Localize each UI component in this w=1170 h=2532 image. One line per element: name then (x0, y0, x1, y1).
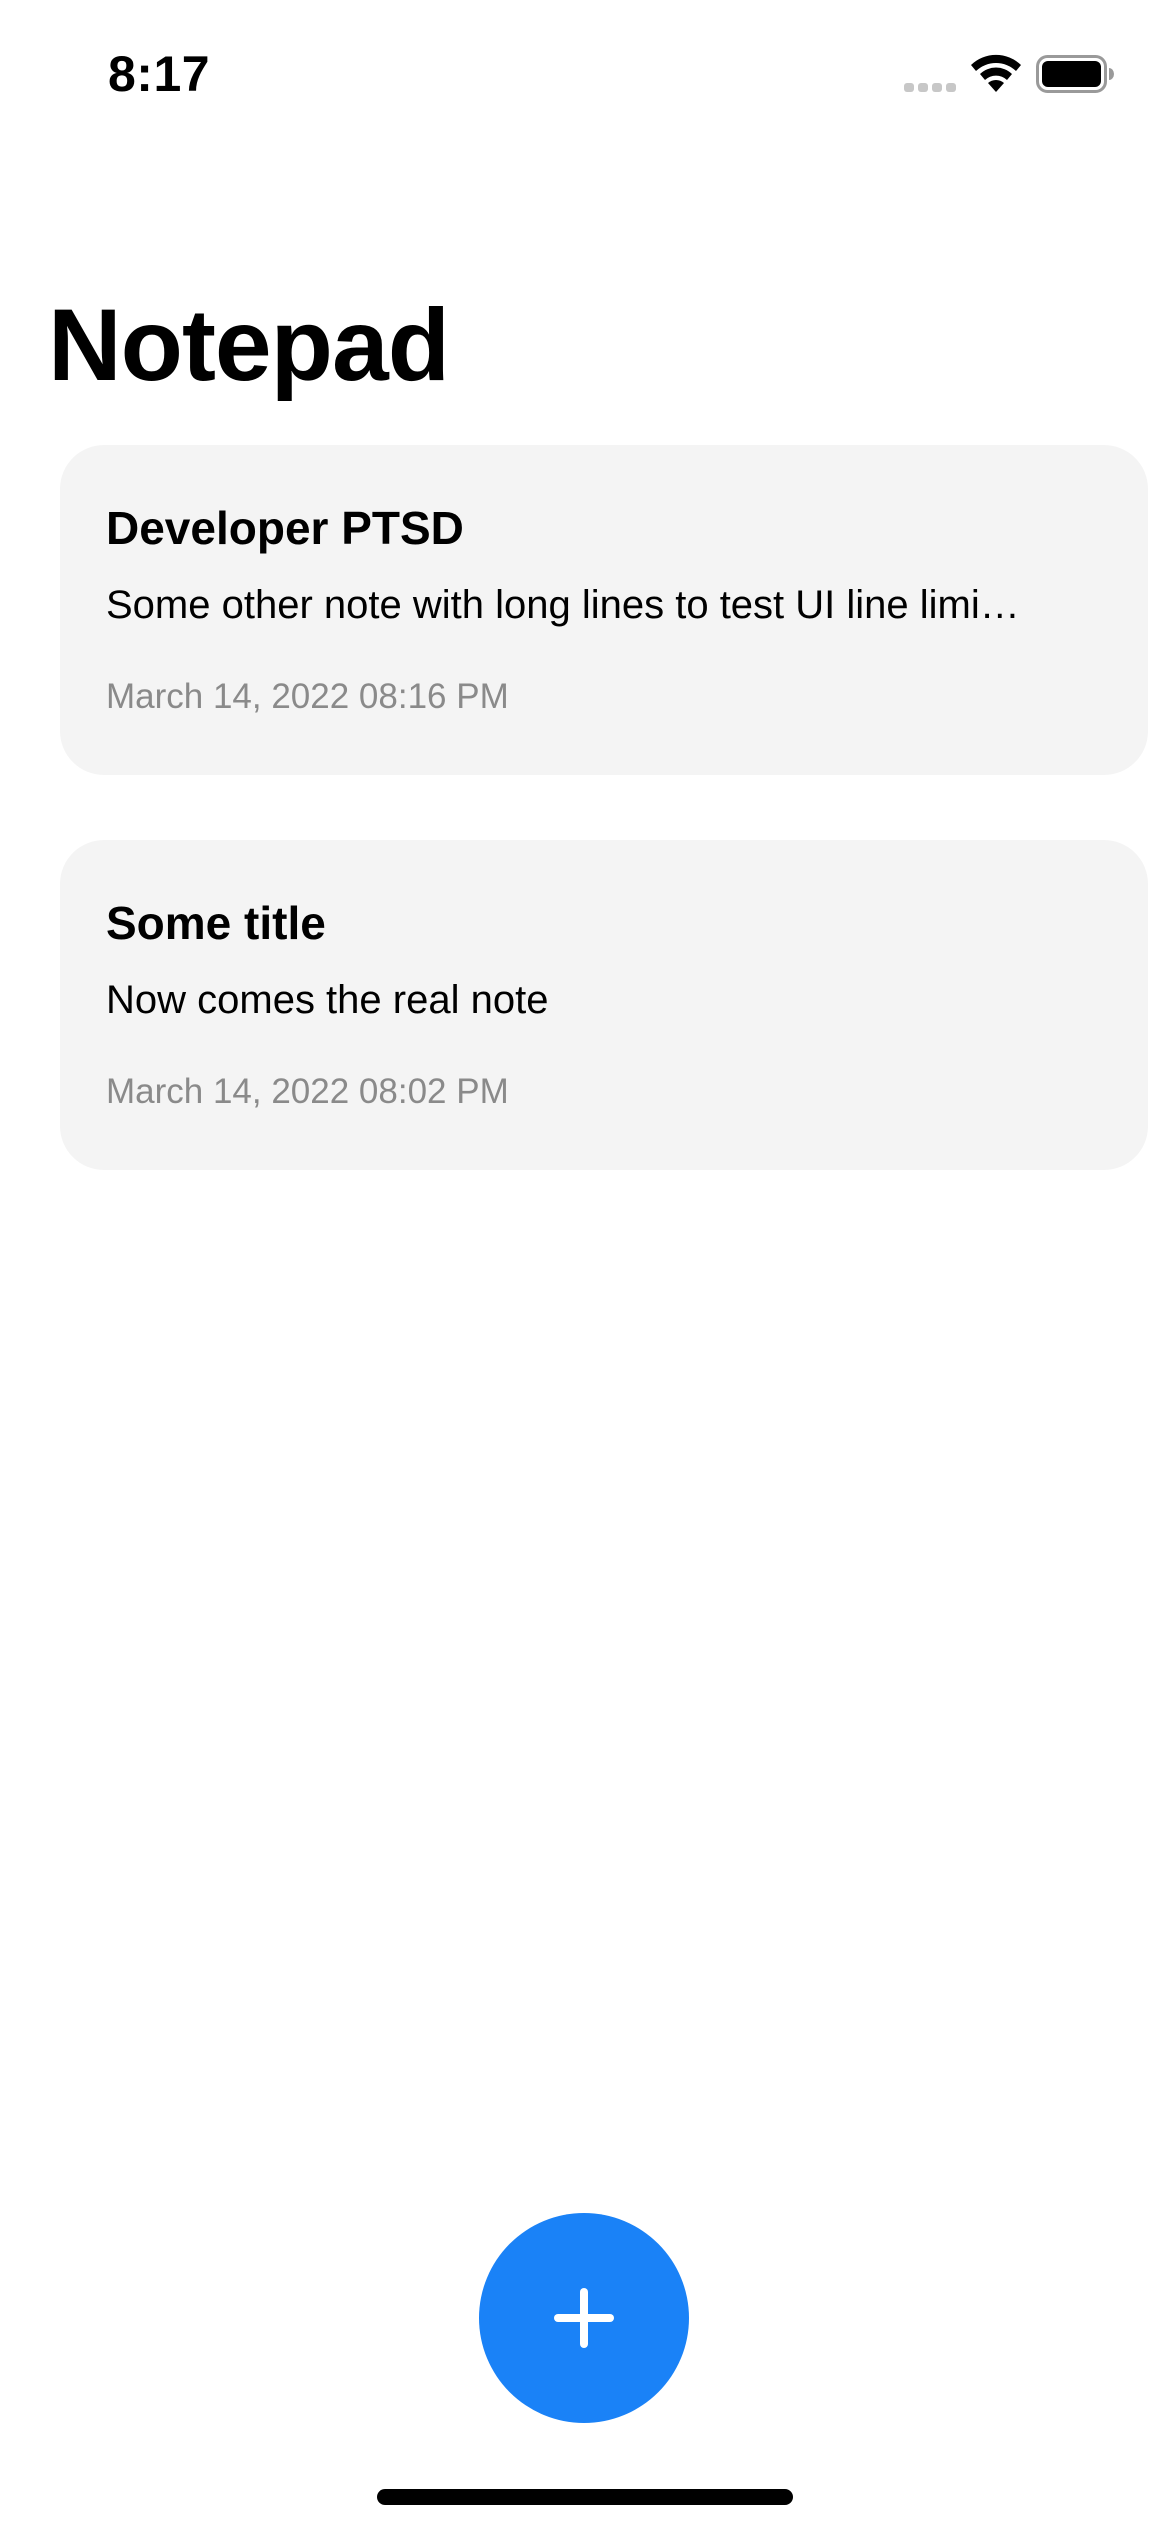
battery-icon (1036, 55, 1114, 93)
home-indicator (377, 2489, 793, 2505)
note-title: Some title (106, 897, 326, 949)
add-note-button[interactable] (479, 2213, 689, 2423)
status-bar: 8:17 (0, 0, 1170, 150)
status-time: 8:17 (108, 46, 211, 102)
note-body: Now comes the real note (106, 978, 549, 1022)
note-card[interactable]: Developer PTSD Some other note with long… (60, 445, 1148, 775)
note-list: Developer PTSD Some other note with long… (60, 445, 1148, 1235)
note-date: March 14, 2022 08:16 PM (106, 677, 509, 716)
page-title: Notepad (48, 288, 450, 402)
note-date: March 14, 2022 08:02 PM (106, 1072, 509, 1111)
plus-icon (554, 2288, 614, 2348)
note-card[interactable]: Some title Now comes the real note March… (60, 840, 1148, 1170)
note-title: Developer PTSD (106, 502, 464, 554)
wifi-icon (971, 54, 1021, 92)
note-body: Some other note with long lines to test … (106, 583, 1020, 627)
signal-icon (904, 83, 956, 92)
